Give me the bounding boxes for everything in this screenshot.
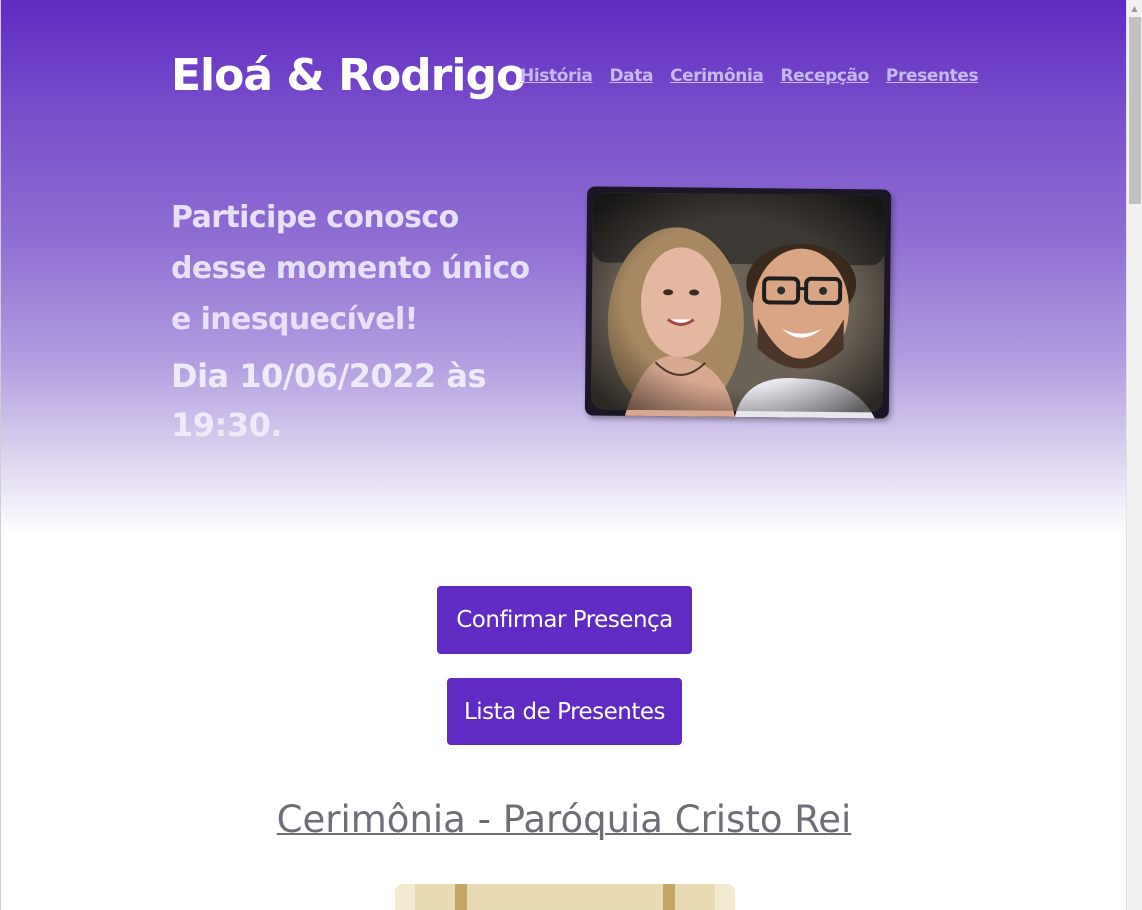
church-photo-illustration <box>395 884 735 910</box>
nav-link-presentes[interactable]: Presentes <box>886 66 979 86</box>
confirm-attendance-button[interactable]: Confirmar Presença <box>437 586 692 654</box>
nav-link-data[interactable]: Data <box>609 66 653 86</box>
vertical-scrollbar[interactable]: ▲ <box>1126 0 1142 910</box>
nav-link-recepcao[interactable]: Recepção <box>780 66 869 86</box>
gift-list-button[interactable]: Lista de Presentes <box>447 678 682 745</box>
scroll-up-icon[interactable]: ▲ <box>1127 0 1142 16</box>
scrollbar-thumb[interactable] <box>1129 17 1141 204</box>
main-nav: História Data Cerimônia Recepção Present… <box>520 66 979 86</box>
nav-link-cerimonia[interactable]: Cerimônia <box>670 66 764 86</box>
hero-date: Dia 10/06/2022 às 19:30. <box>171 357 487 444</box>
site-brand[interactable]: Eloá & Rodrigo <box>171 50 526 101</box>
hero-tagline: Participe conosco desse momento único e … <box>171 200 530 337</box>
church-photo <box>395 884 735 910</box>
couple-photo-illustration <box>591 192 885 419</box>
hero-section: Eloá & Rodrigo História Data Cerimônia R… <box>1 0 1126 536</box>
page: Eloá & Rodrigo História Data Cerimônia R… <box>0 0 1126 910</box>
ceremony-title[interactable]: Cerimônia - Paróquia Cristo Rei <box>1 798 1126 841</box>
nav-link-historia[interactable]: História <box>520 66 593 86</box>
couple-photo <box>584 186 892 419</box>
